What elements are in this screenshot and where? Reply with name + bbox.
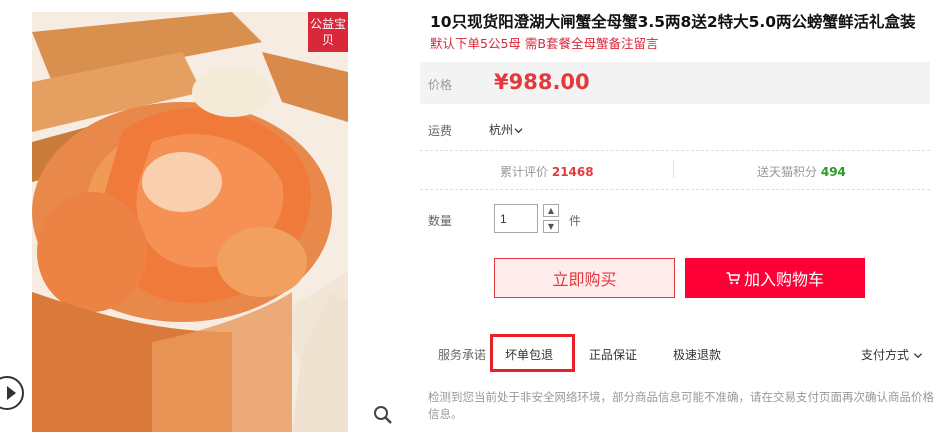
reviews-count: 21468 bbox=[551, 165, 594, 179]
quantity-label: 数量 bbox=[428, 214, 453, 228]
price-label: 价格 bbox=[428, 78, 453, 92]
zoom-icon[interactable] bbox=[372, 404, 396, 428]
price-value: ¥988.00 bbox=[494, 70, 590, 94]
quantity-increase-button[interactable]: ▲ bbox=[543, 204, 559, 217]
quantity-unit: 件 bbox=[569, 214, 582, 228]
quantity-decrease-button[interactable]: ▼ bbox=[543, 220, 559, 233]
reviews-label: 累计评价 bbox=[500, 165, 549, 179]
product-gallery: 公益宝贝 bbox=[0, 0, 400, 444]
divider bbox=[420, 189, 930, 190]
tmall-points: 送天猫积分 494 bbox=[757, 163, 846, 180]
chevron-down-icon bbox=[913, 353, 923, 359]
product-title: 10只现货阳澄湖大闸蟹全母蟹3.5两8送2特大5.0两公螃蟹鲜活礼盒装 bbox=[430, 13, 916, 31]
shipping-label: 运费 bbox=[428, 124, 453, 138]
add-to-cart-label: 加入购物车 bbox=[743, 270, 824, 289]
payment-methods-dropdown[interactable]: 支付方式 bbox=[861, 346, 923, 363]
product-subtitle: 默认下单5公5母 需B套餐全母蟹备注留言 bbox=[430, 36, 659, 51]
charity-badge: 公益宝贝 bbox=[308, 12, 348, 52]
buy-now-button[interactable]: 立即购买 bbox=[494, 258, 675, 298]
divider bbox=[673, 160, 674, 178]
review-count-link[interactable]: 累计评价 21468 bbox=[500, 163, 594, 180]
points-label: 送天猫积分 bbox=[757, 165, 818, 179]
cart-icon bbox=[726, 271, 740, 284]
service-fast-refund[interactable]: 极速退款 bbox=[673, 346, 721, 363]
highlight-box bbox=[490, 334, 575, 372]
play-icon[interactable] bbox=[0, 376, 24, 410]
service-promise-label: 服务承诺 bbox=[438, 348, 487, 362]
payment-label: 支付方式 bbox=[861, 348, 910, 362]
shipping-origin: 杭州 bbox=[489, 123, 514, 137]
divider bbox=[420, 150, 930, 151]
points-count: 494 bbox=[820, 165, 846, 179]
chevron-down-icon bbox=[514, 128, 523, 134]
add-to-cart-button[interactable]: 加入购物车 bbox=[685, 258, 865, 298]
product-photo[interactable] bbox=[32, 12, 348, 432]
shipping-origin-select[interactable]: 杭州 bbox=[489, 121, 523, 138]
service-authentic-guarantee[interactable]: 正品保证 bbox=[589, 346, 637, 363]
buy-now-label: 立即购买 bbox=[552, 270, 617, 289]
network-notice: 检测到您当前处于非安全网络环境，部分商品信息可能不准确，请在交易支付页面再次确认… bbox=[428, 390, 934, 421]
quantity-input[interactable] bbox=[494, 204, 538, 233]
